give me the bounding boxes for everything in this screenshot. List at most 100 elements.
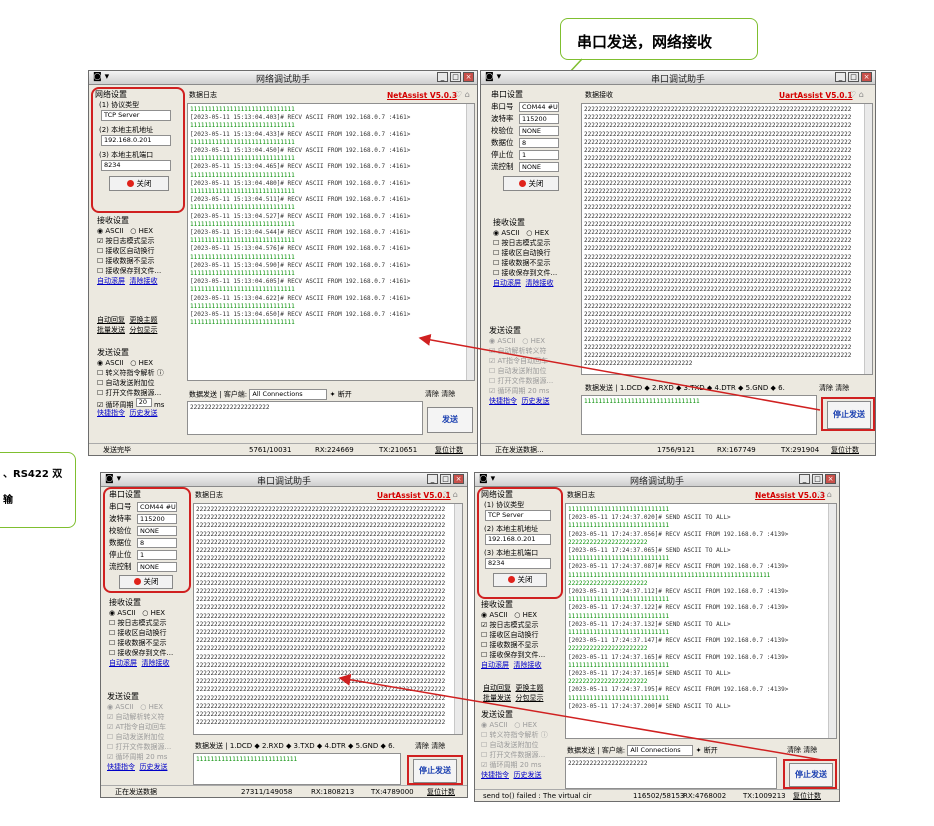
send-opt-at[interactable]: ☑ AT指令自动回车 [107,722,193,732]
history-link[interactable]: 历史发送 [139,763,167,771]
send-encoding-radio[interactable]: ◉ ASCII ○ HEX [97,358,183,368]
client-select[interactable]: All Connections [627,745,694,756]
close-port-button[interactable]: 关闭 [503,176,559,191]
reset-count-button[interactable]: 复位计数 [831,445,859,455]
send-opt-append[interactable]: ☐ 自动发送附加位 [107,732,193,742]
recv-scrollbar[interactable] [466,104,474,380]
serial-field-select[interactable]: COM44 #U [519,101,559,112]
send-opt-cycle[interactable]: ☑ 循环周期 20 ms [107,752,193,762]
auto-reply-link[interactable]: 自动回复 [483,684,511,692]
reset-count-button[interactable]: 复位计数 [427,787,455,797]
clear-button[interactable]: 清除 [425,390,439,398]
auto-scroll-link[interactable]: 自动滚屏 [481,661,509,669]
recv-opt-log[interactable]: ☑ 按日志模式显示 [481,620,563,630]
close-icon[interactable]: × [861,72,872,82]
encoding-radio-group[interactable]: ◉ ASCII ○ HEX [493,228,579,238]
recv-scrollbar[interactable] [864,104,872,374]
recv-scrollbar[interactable] [454,504,462,734]
recv-opt-log[interactable]: ☐ 按日志模式显示 [109,618,193,628]
send-opt-cycle[interactable]: ☑ 循环周期 20 ms [489,386,577,396]
shortcut-link[interactable]: 快捷指令 [97,409,125,417]
brand-link[interactable]: NetAssist V5.0.3 [755,491,825,500]
auto-scroll-link[interactable]: 自动滚屏 [97,277,125,285]
clear2-button[interactable]: 清除 [835,384,849,392]
clear-button[interactable]: 清除 [787,746,801,754]
send-opt-file[interactable]: ☐ 打开文件数据源... [97,388,183,398]
shortcut-link[interactable]: 快捷指令 [481,771,509,779]
recv-log-area[interactable]: 1111111111111111111111111111 [2023-05-11 … [565,503,837,739]
auto-reply-link[interactable]: 自动回复 [97,316,125,324]
send-opt-file[interactable]: ☐ 打开文件数据源... [107,742,193,752]
brand-link[interactable]: NetAssist V5.0.3 [387,91,457,100]
recv-opt-hide[interactable]: ☐ 接收数据不显示 [97,256,183,266]
cycle-input[interactable]: 20 [135,398,152,407]
auto-scroll-link[interactable]: 自动滚屏 [493,279,521,287]
serial-field-select[interactable]: NONE [519,161,559,172]
maximize-icon[interactable]: □ [450,72,461,82]
client-select[interactable]: All Connections [249,389,328,400]
recv-area[interactable]: 2222222222222222222222222222222222222222… [193,503,463,735]
encoding-radio-group[interactable]: ◉ ASCII ○ HEX [97,226,183,236]
encoding-radio-group[interactable]: ◉ ASCII ○ HEX [481,610,563,620]
heart-icon[interactable]: ♡ ⌂ [849,90,864,99]
send-opt-escape[interactable]: ☐ 转义符指令解析 ⓘ [97,368,183,378]
send-opt-append[interactable]: ☐ 自动发送附加位 [489,366,577,376]
history-link[interactable]: 历史发送 [521,397,549,405]
recv-opt-hide[interactable]: ☐ 接收数据不显示 [481,640,563,650]
recv-scrollbar[interactable] [828,504,836,738]
recv-opt-wrap[interactable]: ☐ 接收区自动换行 [481,630,563,640]
minimize-icon[interactable]: _ [427,474,438,484]
heart-icon[interactable]: ♡ ⌂ [443,490,458,499]
recv-opt-save[interactable]: ☐ 接收保存到文件... [109,648,193,658]
send-opt-append[interactable]: ☐ 自动发送附加位 [481,740,563,750]
auto-scroll-link[interactable]: 自动滚屏 [109,659,137,667]
shortcut-link[interactable]: 快捷指令 [107,763,135,771]
clear-recv-link[interactable]: 清除接收 [513,661,541,669]
clear-recv-link[interactable]: 清除接收 [141,659,169,667]
heart-icon[interactable]: ♡ ⌂ [817,490,832,499]
recv-opt-log[interactable]: ☐ 按日志模式显示 [493,238,579,248]
recv-opt-wrap[interactable]: ☐ 接收区自动换行 [109,628,193,638]
brand-link[interactable]: UartAssist V5.0.1 [779,91,853,100]
serial-field-select[interactable]: 8 [519,137,559,148]
recv-opt-hide[interactable]: ☐ 接收数据不显示 [109,638,193,648]
history-link[interactable]: 历史发送 [129,409,157,417]
clear-recv-link[interactable]: 清除接收 [129,277,157,285]
clear2-button[interactable]: 清除 [441,390,455,398]
minimize-icon[interactable]: _ [437,72,448,82]
send-encoding-radio[interactable]: ◉ ASCII ○ HEX [481,720,563,730]
maximize-icon[interactable]: □ [440,474,451,484]
close-icon[interactable]: × [463,72,474,82]
shortcut-link[interactable]: 快捷指令 [489,397,517,405]
send-opt-at[interactable]: ☑ AT指令自动回车 [489,356,577,366]
clear-button[interactable]: 清除 [415,742,429,750]
brand-link[interactable]: UartAssist V5.0.1 [377,491,451,500]
reset-count-button[interactable]: 复位计数 [793,791,821,801]
send-input[interactable]: 1111111111111111111111111111 [193,753,401,785]
recv-opt-save[interactable]: ☐ 接收保存到文件... [493,268,579,278]
minimize-icon[interactable]: _ [799,474,810,484]
serial-field-select[interactable]: 1 [519,149,559,160]
serial-field-select[interactable]: NONE [519,125,559,136]
disconnect-button[interactable]: ✦ 断开 [696,747,718,755]
send-opt-cycle[interactable]: ☑ 循环周期 20 ms [97,398,183,409]
clear2-button[interactable]: 清除 [803,746,817,754]
clear-recv-link[interactable]: 清除接收 [525,279,553,287]
minimize-icon[interactable]: _ [835,72,846,82]
send-encoding-radio[interactable]: ◉ ASCII ○ HEX [489,336,577,346]
send-opt-cycle[interactable]: ☑ 循环周期 20 ms [481,760,563,770]
send-opt-escape[interactable]: ☐ 转义符指令解析 ⓘ [481,730,563,740]
batch-send-link[interactable]: 批量发送 [483,694,511,702]
recv-area[interactable]: 2222222222222222222222222222222222222222… [581,103,873,375]
encoding-radio-group[interactable]: ◉ ASCII ○ HEX [109,608,193,618]
close-icon[interactable]: × [453,474,464,484]
send-opt-append[interactable]: ☐ 自动发送附加位 [97,378,183,388]
send-encoding-radio[interactable]: ◉ ASCII ○ HEX [107,702,193,712]
clear-button[interactable]: 清除 [819,384,833,392]
send-opt-file[interactable]: ☐ 打开文件数据源... [489,376,577,386]
send-input[interactable]: 2222222222222222222222 [187,401,423,435]
disconnect-button[interactable]: ✦ 断开 [330,391,352,399]
recv-log-area[interactable]: 11111111111111111111111111111 [2023-05-11… [187,103,475,381]
recv-opt-save[interactable]: ☐ 接收保存到文件... [481,650,563,660]
recv-opt-hide[interactable]: ☐ 接收数据不显示 [493,258,579,268]
